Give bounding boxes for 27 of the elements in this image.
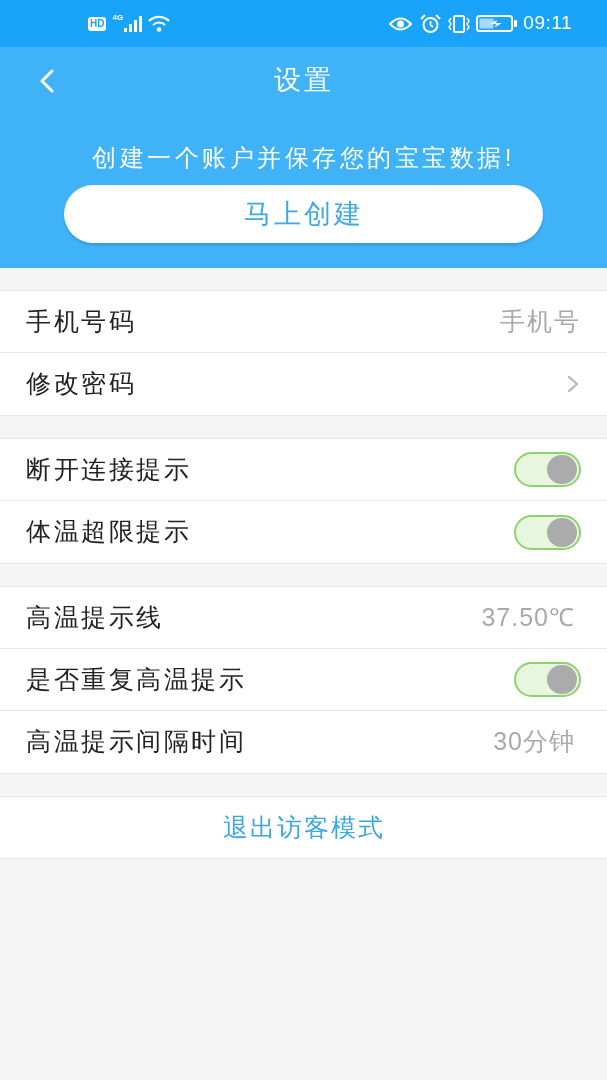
hd-badge: HD bbox=[88, 16, 107, 31]
vibrate-icon bbox=[448, 14, 471, 33]
setting-label: 断开连接提示 bbox=[26, 453, 191, 485]
alarm-clock-icon bbox=[420, 13, 442, 34]
toggle-switch[interactable] bbox=[514, 514, 581, 550]
setting-label: 手机号码 bbox=[26, 305, 136, 337]
clock-time: 09:11 bbox=[523, 11, 572, 36]
setting-label: 高温提示间隔时间 bbox=[26, 726, 246, 758]
create-account-button[interactable]: 马上创建 bbox=[64, 185, 543, 243]
setting-label: 是否重复高温提示 bbox=[26, 663, 246, 695]
account-prompt: 创建一个账户并保存您的宝宝数据! bbox=[92, 143, 515, 173]
setting-label: 体温超限提示 bbox=[26, 516, 191, 548]
setting-value: 37.50℃ bbox=[481, 601, 575, 633]
toggle-switch[interactable] bbox=[514, 662, 581, 697]
wifi-icon bbox=[148, 15, 171, 32]
chevron-right-icon bbox=[567, 375, 579, 393]
setting-label: 修改密码 bbox=[26, 368, 136, 400]
setting-value: 30分钟 bbox=[493, 726, 575, 758]
eye-icon bbox=[389, 16, 413, 31]
setting-label: 高温提示线 bbox=[26, 601, 164, 633]
network-type: 4G bbox=[112, 14, 124, 22]
toggle-switch[interactable] bbox=[514, 452, 581, 487]
signal-icon bbox=[124, 15, 143, 32]
phone-input-field[interactable]: 手机号 bbox=[381, 301, 581, 342]
page-title: 设置 bbox=[273, 63, 334, 97]
back-icon bbox=[39, 69, 55, 93]
battery-charging-icon bbox=[476, 15, 518, 32]
